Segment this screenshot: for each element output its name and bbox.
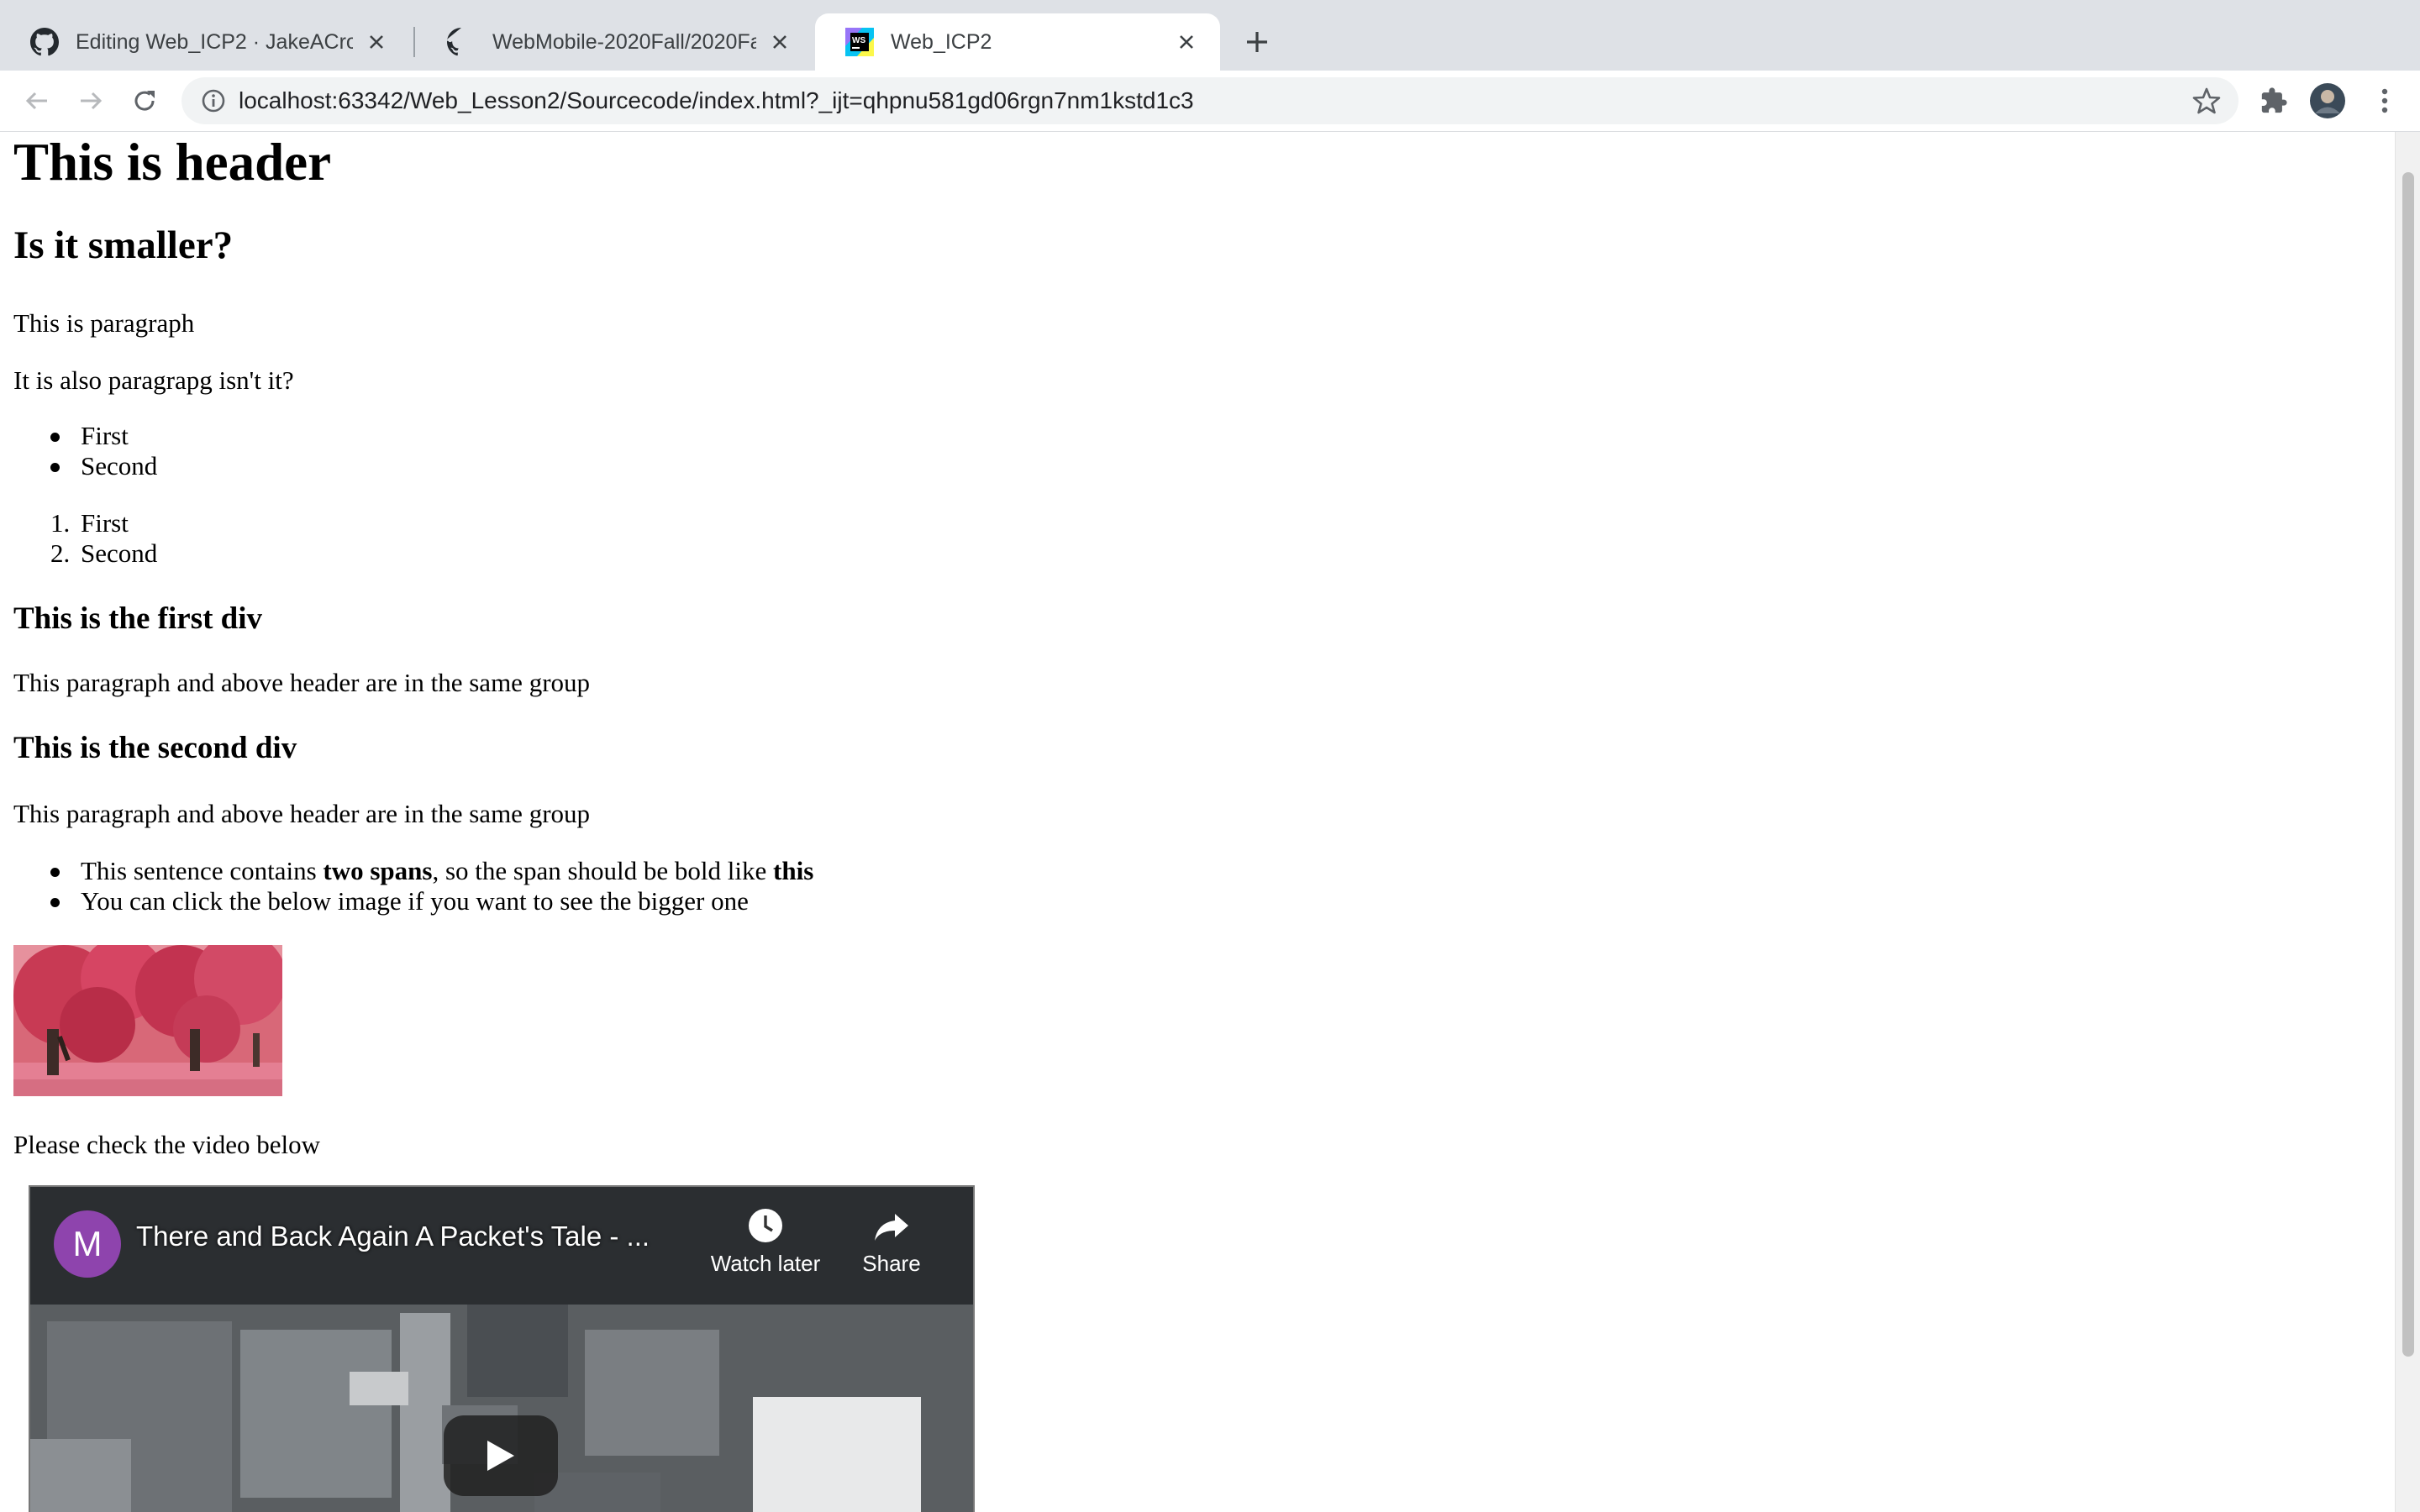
extensions-icon[interactable] xyxy=(2255,82,2292,119)
share-arrow-icon xyxy=(875,1214,908,1241)
profile-avatar-icon[interactable] xyxy=(2309,82,2346,119)
clock-icon xyxy=(749,1209,782,1242)
tab-title: Editing Web_ICP2 · JakeACross xyxy=(76,29,353,54)
bullet xyxy=(50,898,60,907)
list-item: You can click the below image if you wan… xyxy=(81,886,749,916)
tab-webmobile-2020fall[interactable]: WebMobile-2020Fall/2020Fall- xyxy=(417,13,813,71)
page-content: This is header Is it smaller? This is pa… xyxy=(0,132,2395,1512)
list-number: 1. xyxy=(50,508,71,538)
span-text: , so the span should be bold like xyxy=(432,856,774,885)
youtube-video-embed[interactable]: M There and Back Again A Packet's Tale -… xyxy=(29,1185,975,1512)
github-icon xyxy=(30,28,59,56)
menu-kebab-icon[interactable] xyxy=(2366,82,2403,119)
list-item: First xyxy=(81,421,129,450)
bullet xyxy=(50,433,60,442)
bold-span-1: two spans xyxy=(323,856,433,885)
reload-button[interactable] xyxy=(126,82,163,119)
first-div-heading: This is the first div xyxy=(13,601,263,636)
second-div-text: This paragraph and above header are in t… xyxy=(13,799,591,828)
share-button[interactable]: Share xyxy=(829,1205,955,1298)
bookmark-star-icon[interactable] xyxy=(2191,86,2222,116)
scrollbar-thumb[interactable] xyxy=(2402,172,2414,1357)
close-tab-icon[interactable] xyxy=(361,27,392,57)
watch-later-button[interactable]: Watch later xyxy=(702,1205,829,1298)
browser-chrome: Editing Web_ICP2 · JakeACross WebMobile-… xyxy=(0,0,2420,132)
span-text: This sentence contains xyxy=(81,856,324,885)
play-button[interactable] xyxy=(444,1415,558,1496)
bold-span-2: this xyxy=(773,856,814,885)
play-icon xyxy=(487,1441,514,1471)
address-bar[interactable]: localhost:63342/Web_Lesson2/Sourcecode/i… xyxy=(182,77,2238,124)
page-scrollbar[interactable] xyxy=(2395,132,2420,1512)
new-tab-button[interactable] xyxy=(1239,24,1276,60)
bullet xyxy=(50,463,60,472)
list-item: Second xyxy=(81,451,158,480)
tab-strip: Editing Web_ICP2 · JakeACross WebMobile-… xyxy=(0,0,2420,71)
list-number: 2. xyxy=(50,538,71,568)
close-tab-icon[interactable] xyxy=(1171,27,1202,57)
tab-title: WebMobile-2020Fall/2020Fall- xyxy=(492,29,756,54)
tab-separator xyxy=(413,27,415,57)
tab-title: Web_ICP2 xyxy=(891,29,992,54)
second-div-heading: This is the second div xyxy=(13,731,297,765)
list-item: First xyxy=(81,508,129,538)
webstorm-icon: WS xyxy=(845,28,874,56)
first-div-text: This paragraph and above header are in t… xyxy=(13,668,591,697)
watch-later-label: Watch later xyxy=(710,1251,821,1276)
channel-avatar[interactable]: M xyxy=(54,1210,121,1278)
browser-toolbar: localhost:63342/Web_Lesson2/Sourcecode/i… xyxy=(0,71,2420,131)
span-sentence: This sentence contains two spans, so the… xyxy=(81,856,813,886)
page-subheader: Is it smaller? xyxy=(13,223,234,267)
tab-editing-web-icp2[interactable]: Editing Web_ICP2 · JakeACross xyxy=(0,13,410,71)
bullet xyxy=(50,868,60,877)
svg-text:WS: WS xyxy=(852,36,865,45)
back-button[interactable] xyxy=(18,82,55,119)
github-icon xyxy=(447,28,476,56)
paragraph-1: This is paragraph xyxy=(13,308,195,338)
tree-thumbnail-image[interactable] xyxy=(13,945,282,1096)
site-info-icon[interactable] xyxy=(200,87,227,114)
share-label: Share xyxy=(862,1251,921,1276)
video-title[interactable]: There and Back Again A Packet's Tale - .… xyxy=(136,1221,650,1252)
close-tab-icon[interactable] xyxy=(765,27,795,57)
paragraph-2: It is also paragrapg isn't it? xyxy=(13,365,294,395)
forward-button[interactable] xyxy=(72,82,109,119)
list-item: Second xyxy=(81,538,158,568)
video-caption: Please check the video below xyxy=(13,1130,320,1159)
page-header: This is header xyxy=(13,133,332,192)
tab-web-icp2[interactable]: WS Web_ICP2 xyxy=(815,13,1220,71)
url-text[interactable]: localhost:63342/Web_Lesson2/Sourcecode/i… xyxy=(239,77,1194,124)
